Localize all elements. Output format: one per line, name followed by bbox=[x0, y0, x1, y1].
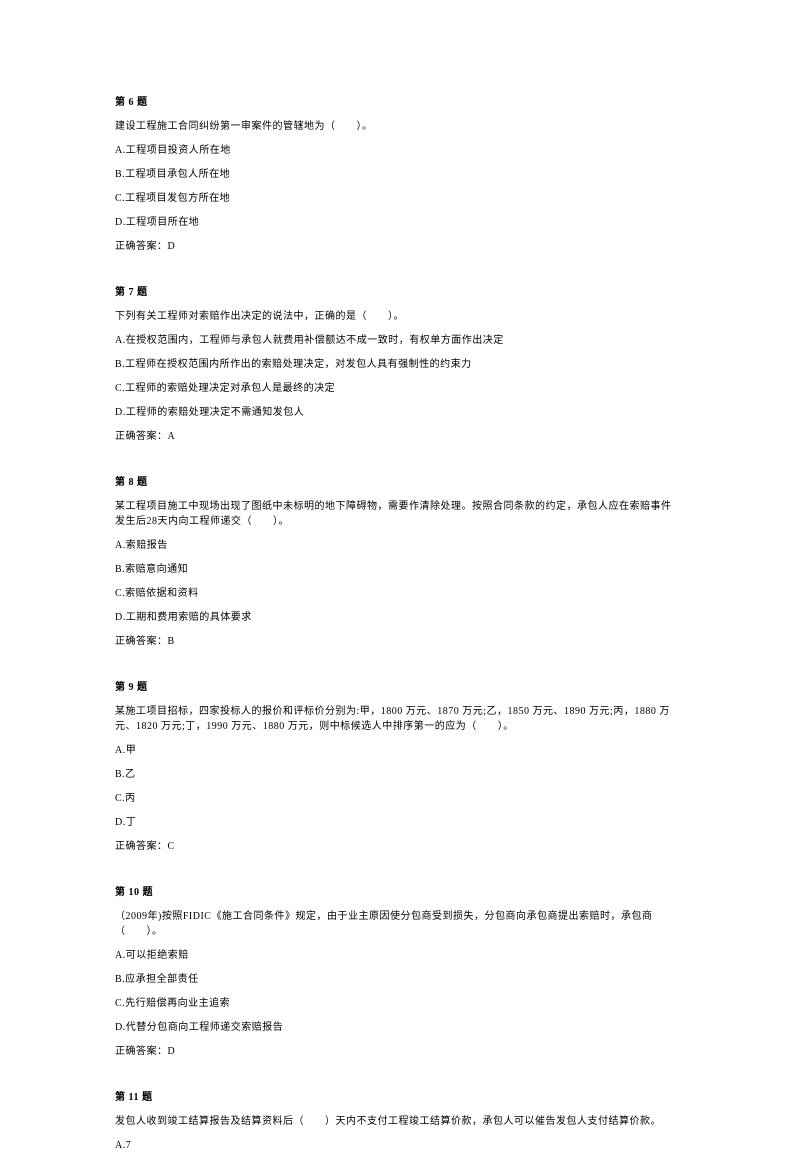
answer: 正确答案：D bbox=[115, 239, 679, 254]
answer: 正确答案：D bbox=[115, 1044, 679, 1059]
spacer bbox=[115, 863, 679, 885]
option: D.丁 bbox=[115, 815, 679, 830]
spacer bbox=[115, 263, 679, 285]
question-stem: 某施工项目招标，四家投标人的报价和评标价分别为:甲，1800 万元、1870 万… bbox=[115, 704, 679, 734]
question-stem: 某工程项目施工中现场出现了图纸中未标明的地下障碍物，需要作清除处理。按照合同条款… bbox=[115, 499, 679, 529]
question-stem: 建设工程施工合同纠纷第一审案件的管辖地为（ ）。 bbox=[115, 119, 679, 134]
question-header: 第 8 题 bbox=[115, 475, 679, 490]
question-header: 第 11 题 bbox=[115, 1090, 679, 1105]
option: D.工程师的索赔处理决定不需通知发包人 bbox=[115, 405, 679, 420]
option: A.可以拒绝索赔 bbox=[115, 948, 679, 963]
question-stem: 发包人收到竣工结算报告及结算资料后（ ）天内不支付工程竣工结算价款，承包人可以催… bbox=[115, 1114, 679, 1129]
option: A.甲 bbox=[115, 743, 679, 758]
option: C.工程师的索赔处理决定对承包人是最终的决定 bbox=[115, 381, 679, 396]
option: D.工程项目所在地 bbox=[115, 215, 679, 230]
document-content: 第 6 题 建设工程施工合同纠纷第一审案件的管辖地为（ ）。 A.工程项目投资人… bbox=[0, 0, 794, 1153]
option: D.工期和费用索赔的具体要求 bbox=[115, 610, 679, 625]
option: C.丙 bbox=[115, 791, 679, 806]
question-header: 第 9 题 bbox=[115, 680, 679, 695]
answer: 正确答案：C bbox=[115, 839, 679, 854]
option: D.代替分包商向工程师递交索赔报告 bbox=[115, 1020, 679, 1035]
option: C.工程项目发包方所在地 bbox=[115, 191, 679, 206]
option: B.索赔意向通知 bbox=[115, 562, 679, 577]
question-stem: 下列有关工程师对索赔作出决定的说法中，正确的是（ ）。 bbox=[115, 309, 679, 324]
option: B.工程师在授权范围内所作出的索赔处理决定，对发包人具有强制性的约束力 bbox=[115, 357, 679, 372]
answer: 正确答案：B bbox=[115, 634, 679, 649]
question-header: 第 7 题 bbox=[115, 285, 679, 300]
question-header: 第 10 题 bbox=[115, 885, 679, 900]
answer: 正确答案：A bbox=[115, 429, 679, 444]
option: B.应承担全部责任 bbox=[115, 972, 679, 987]
spacer bbox=[115, 1068, 679, 1090]
option: C.索赔依据和资料 bbox=[115, 586, 679, 601]
option: A.工程项目投资人所在地 bbox=[115, 143, 679, 158]
question-stem: （2009年)按照FIDIC《施工合同条件》规定，由于业主原因使分包商受到损失，… bbox=[115, 909, 679, 939]
spacer bbox=[115, 658, 679, 680]
option: A.索赔报告 bbox=[115, 538, 679, 553]
option: A.在授权范围内，工程师与承包人就费用补偿额达不成一致时，有权单方面作出决定 bbox=[115, 333, 679, 348]
option: B.乙 bbox=[115, 767, 679, 782]
option: C.先行赔偿再向业主追索 bbox=[115, 996, 679, 1011]
option: A.7 bbox=[115, 1138, 679, 1153]
spacer bbox=[115, 453, 679, 475]
option: B.工程项目承包人所在地 bbox=[115, 167, 679, 182]
question-header: 第 6 题 bbox=[115, 95, 679, 110]
